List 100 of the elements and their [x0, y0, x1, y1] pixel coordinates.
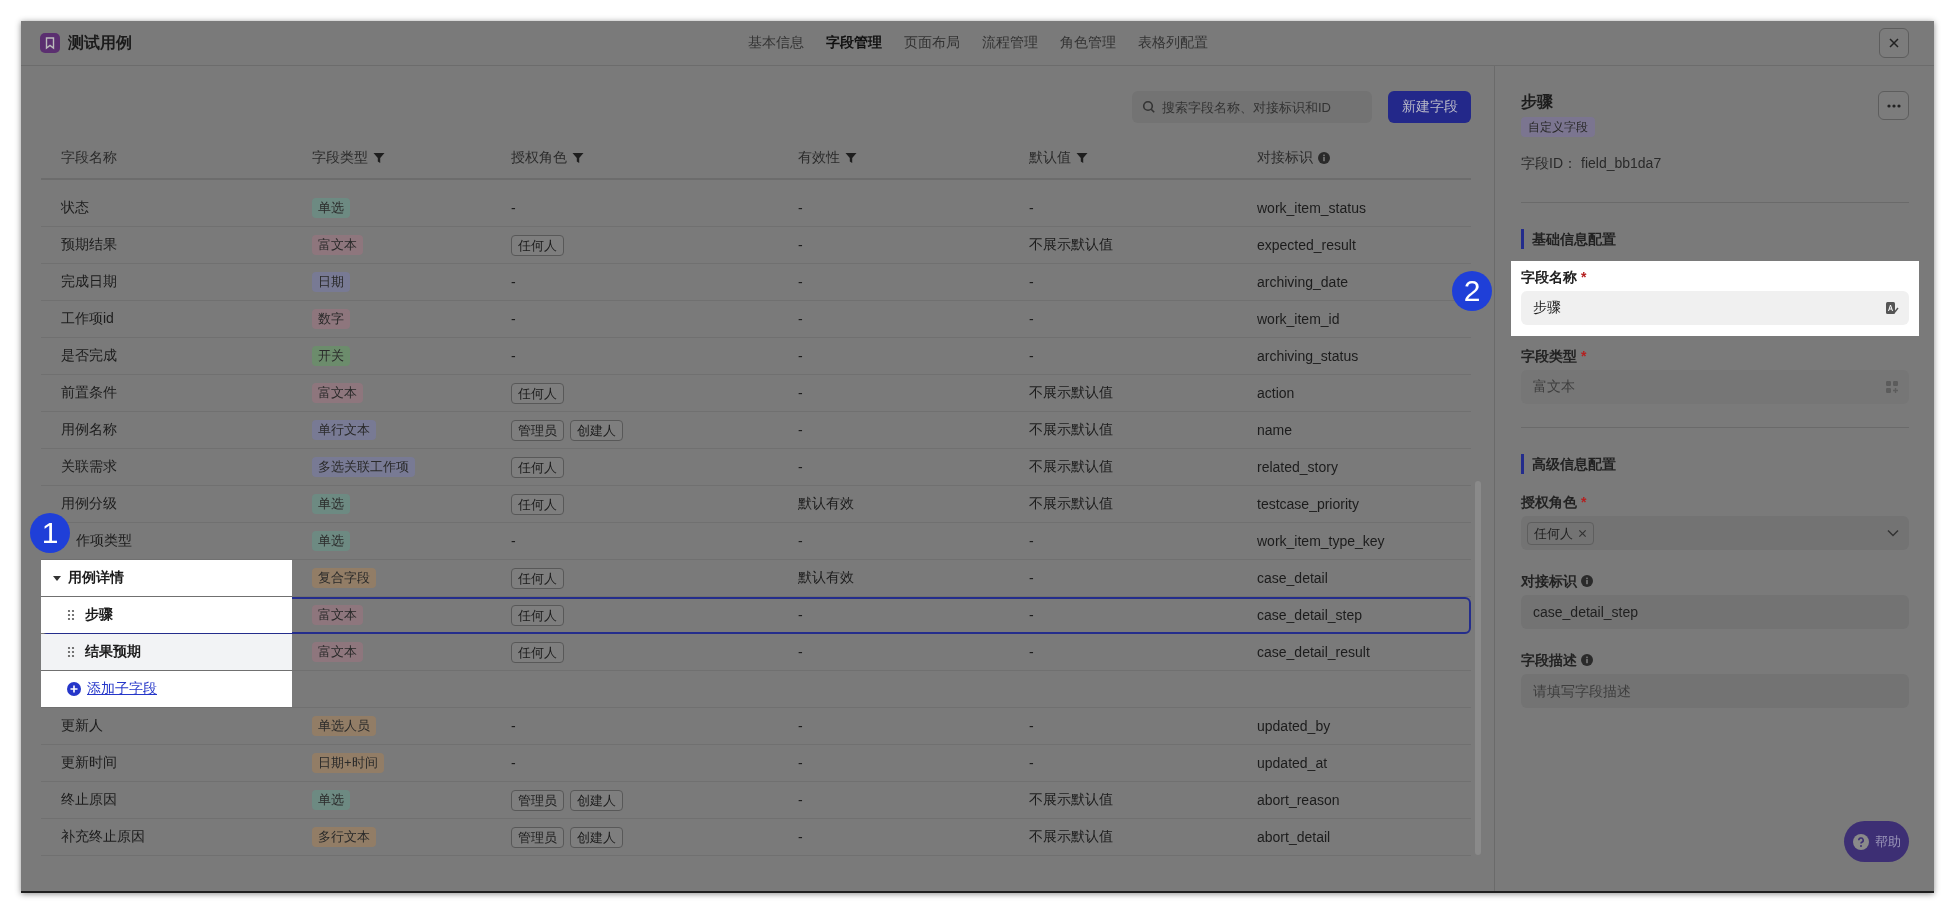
type-tag: 日期+时间 — [312, 753, 384, 773]
close-button[interactable] — [1879, 28, 1909, 58]
filter-icon[interactable] — [572, 152, 584, 164]
validity-text: - — [798, 274, 803, 290]
field-name: 结果预期 — [85, 643, 141, 661]
translate-icon[interactable] — [1885, 301, 1899, 315]
default-value-text: - — [1029, 607, 1034, 623]
nav-tab[interactable]: 基本信息 — [747, 34, 804, 52]
api-key-text: archiving_status — [1257, 348, 1359, 364]
validity-text: - — [798, 644, 803, 660]
default-value-text: - — [1029, 200, 1034, 216]
drag-handle-icon[interactable] — [67, 609, 75, 621]
type-tag: 富文本 — [312, 235, 363, 255]
field-label: 对接标识 — [1521, 572, 1577, 591]
nav-tab[interactable]: 页面布局 — [903, 34, 960, 52]
column-header: 有效性 — [798, 149, 840, 167]
api-key-text: action — [1257, 385, 1295, 401]
help-button[interactable]: 帮助 — [1844, 821, 1909, 862]
drag-handle-icon[interactable] — [67, 646, 75, 658]
help-icon — [1852, 833, 1869, 850]
nav-tab[interactable]: 流程管理 — [981, 34, 1038, 52]
roles-text: - — [511, 311, 516, 327]
field-name: 用例分级 — [60, 495, 117, 513]
filter-icon[interactable] — [845, 152, 857, 164]
field-id-value: field_bb1da7 — [1581, 154, 1662, 173]
default-value-text: 不展示默认值 — [1029, 791, 1113, 809]
default-value-text: - — [1029, 644, 1034, 660]
field-name: 完成日期 — [60, 273, 117, 291]
nav-tab[interactable]: 角色管理 — [1059, 34, 1116, 52]
caret-icon[interactable] — [52, 573, 62, 583]
field-label: 授权角色 — [1521, 493, 1577, 512]
role-tag: 任何人 — [511, 234, 564, 256]
field-name: 终止原因 — [60, 791, 117, 809]
field-name: 关联需求 — [60, 458, 117, 476]
text-input[interactable]: case_detail_step — [1521, 595, 1909, 629]
name-input[interactable]: 步骤 — [1521, 291, 1909, 325]
field-name: 用例名称 — [60, 421, 117, 439]
api-key-text: case_detail_result — [1257, 644, 1370, 660]
remove-icon[interactable] — [1578, 528, 1587, 538]
api-key-text: abort_detail — [1257, 829, 1331, 845]
step-badge: 2 — [1452, 271, 1492, 311]
api-key-text: related_story — [1257, 459, 1338, 475]
field-label: 字段类型 — [1521, 347, 1577, 366]
default-value-text: - — [1029, 274, 1034, 290]
type-tag: 富文本 — [312, 383, 363, 403]
field-id-label: 字段ID： — [1521, 154, 1577, 173]
role-tag: 管理员 — [511, 826, 564, 848]
default-value-text: - — [1029, 718, 1034, 734]
roles-text: - — [511, 533, 516, 549]
selected-table-row[interactable]: 步骤 富文本 任何人 - - case_detail_step — [41, 597, 1471, 634]
filter-icon[interactable] — [1076, 152, 1088, 164]
field-name: 是否完成 — [60, 347, 117, 365]
filter-icon[interactable] — [373, 152, 385, 164]
role-tag: 任何人 — [511, 641, 564, 663]
field-name: 状态 — [60, 199, 89, 217]
validity-text: - — [798, 533, 803, 549]
roles-text: - — [511, 274, 516, 290]
type-tag: 多选关联工作项 — [312, 457, 415, 477]
validity-text: - — [798, 311, 803, 327]
role-tag: 创建人 — [570, 419, 623, 441]
field-name: 前置条件 — [60, 384, 117, 402]
nav-tab[interactable]: 表格列配置 — [1137, 34, 1208, 52]
search-field[interactable]: 搜索字段名称、对接标识和ID — [1132, 91, 1372, 123]
default-value-text: 不展示默认值 — [1029, 421, 1113, 439]
api-key-text: work_item_type_key — [1257, 533, 1385, 549]
app-logo-icon — [40, 33, 60, 53]
field-name: 用例详情 — [68, 569, 124, 587]
role-tag: 任何人 — [511, 567, 564, 589]
default-value-text: - — [1029, 570, 1034, 586]
default-value-text: - — [1029, 533, 1034, 549]
field-name: 作项类型 — [75, 532, 132, 550]
roles-text: - — [511, 755, 516, 771]
field-name: 工作项id — [60, 310, 114, 328]
add-subfield-link[interactable]: 添加子字段 — [67, 680, 157, 698]
more-icon — [1886, 103, 1901, 108]
roles-text: - — [511, 200, 516, 216]
validity-text: - — [798, 718, 803, 734]
plus-circle-icon — [67, 682, 81, 696]
default-value-text: 不展示默认值 — [1029, 495, 1113, 513]
required-mark: * — [1581, 493, 1587, 512]
validity-text: - — [798, 792, 803, 808]
field-name: 预期结果 — [60, 236, 117, 254]
validity-text: - — [798, 422, 803, 438]
role-chip: 任何人 — [1527, 521, 1594, 545]
default-value-text: 不展示默认值 — [1029, 828, 1113, 846]
type-tag: 日期 — [312, 272, 350, 292]
default-value-text: - — [1029, 755, 1034, 771]
type-tag: 单选 — [312, 790, 350, 810]
type-tag: 富文本 — [312, 642, 363, 662]
type-tag: 复合字段 — [312, 568, 376, 588]
default-value-text: - — [1029, 311, 1034, 327]
api-key-text: case_detail_step — [1257, 607, 1363, 623]
type-tag: 单选 — [312, 531, 350, 551]
nav-tab[interactable]: 字段管理 — [825, 34, 882, 52]
validity-text: - — [798, 459, 803, 475]
role-select[interactable]: 任何人 — [1521, 516, 1909, 550]
field-name: 补充终止原因 — [60, 828, 145, 846]
required-mark: * — [1581, 347, 1587, 366]
new-field-button[interactable]: 新建字段 — [1388, 91, 1471, 123]
roles-text: - — [511, 348, 516, 364]
